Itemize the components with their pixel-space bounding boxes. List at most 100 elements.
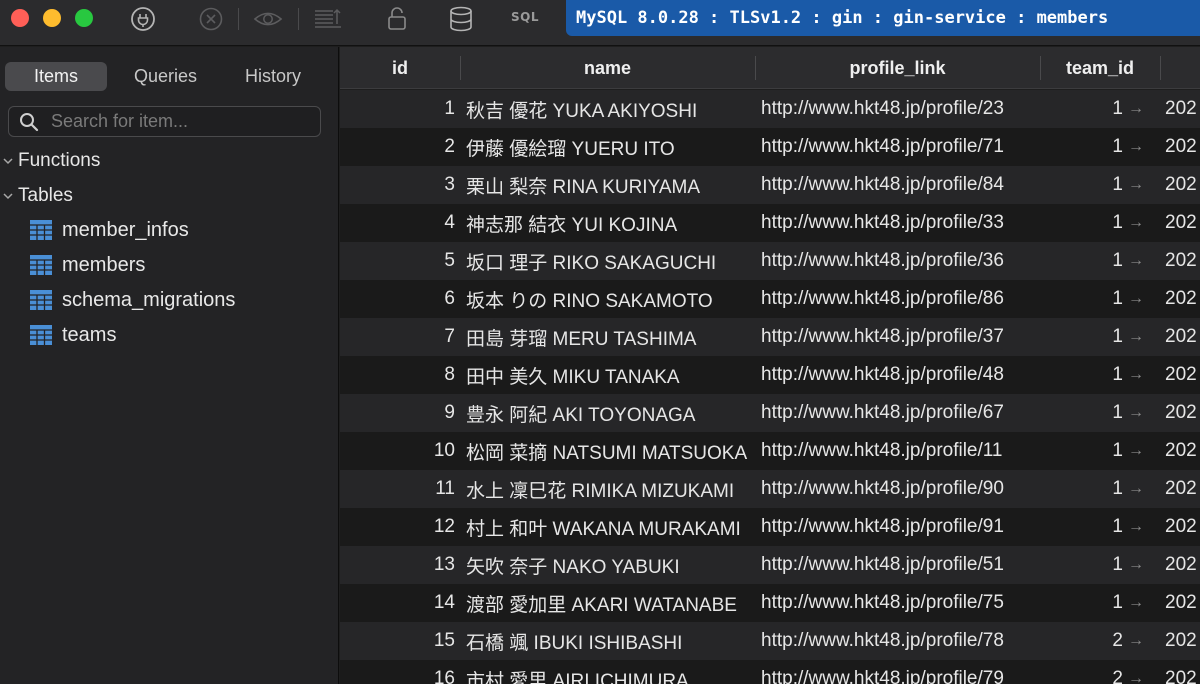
power-plug-icon[interactable] (128, 4, 158, 34)
cell-profile-link[interactable]: http://www.hkt48.jp/profile/67 (761, 394, 1031, 432)
sql-button[interactable]: SQL (511, 10, 539, 24)
cell-id[interactable]: 15 (340, 622, 456, 660)
cell-team-id[interactable]: 1 → (1040, 394, 1144, 432)
cell-created[interactable]: 202 (1165, 508, 1200, 546)
cell-id[interactable]: 1 (340, 90, 456, 128)
cell-name[interactable]: 坂本 りの RINO SAKAMOTO (466, 280, 756, 318)
database-icon[interactable] (446, 4, 476, 34)
tab-queries[interactable]: Queries (113, 62, 218, 91)
table-row[interactable]: 5 坂口 理子 RIKO SAKAGUCHI http://www.hkt48.jp… (340, 242, 1200, 280)
foreign-key-arrow-icon[interactable]: → (1128, 556, 1144, 574)
cell-name[interactable]: 神志那 結衣 YUI KOJINA (466, 204, 756, 242)
cell-id[interactable]: 7 (340, 318, 456, 356)
table-row[interactable]: 10 松岡 菜摘 NATSUMI MATSUOKA http://www.hkt48… (340, 432, 1200, 470)
table-item-member-infos[interactable]: member_infos (30, 217, 189, 243)
table-item-members[interactable]: members (30, 252, 145, 278)
cell-name[interactable]: 石橋 颯 IBUKI ISHIBASHI (466, 622, 756, 660)
foreign-key-arrow-icon[interactable]: → (1128, 480, 1144, 498)
table-item-teams[interactable]: teams (30, 322, 116, 348)
foreign-key-arrow-icon[interactable]: → (1128, 252, 1144, 270)
cell-id[interactable]: 5 (340, 242, 456, 280)
cell-id[interactable]: 9 (340, 394, 456, 432)
foreign-key-arrow-icon[interactable]: → (1128, 518, 1144, 536)
table-row[interactable]: 11 水上 凜巳花 RIMIKA MIZUKAMI http://www.hkt48… (340, 470, 1200, 508)
cell-id[interactable]: 11 (340, 470, 456, 508)
table-row[interactable]: 13 矢吹 奈子 NAKO YABUKI http://www.hkt48.jp/p… (340, 546, 1200, 584)
table-row[interactable]: 2 伊藤 優絵瑠 YUERU ITO http://www.hkt48.jp/pro… (340, 128, 1200, 166)
cell-team-id[interactable]: 1 → (1040, 470, 1144, 508)
cell-team-id[interactable]: 1 → (1040, 546, 1144, 584)
cell-profile-link[interactable]: http://www.hkt48.jp/profile/91 (761, 508, 1031, 546)
column-header-id[interactable]: id (340, 47, 460, 89)
cell-team-id[interactable]: 1 → (1040, 204, 1144, 242)
cell-team-id[interactable]: 1 → (1040, 508, 1144, 546)
cell-created[interactable]: 202 (1165, 432, 1200, 470)
cell-name[interactable]: 市村 愛里 AIRI ICHIMURA (466, 660, 756, 684)
cell-created[interactable]: 202 (1165, 280, 1200, 318)
cell-team-id[interactable]: 1 → (1040, 166, 1144, 204)
cell-profile-link[interactable]: http://www.hkt48.jp/profile/23 (761, 90, 1031, 128)
window-maximize-button[interactable] (75, 9, 93, 27)
table-row[interactable]: 12 村上 和叶 WAKANA MURAKAMI http://www.hkt48.… (340, 508, 1200, 546)
cell-created[interactable]: 202 (1165, 622, 1200, 660)
cell-team-id[interactable]: 2 → (1040, 622, 1144, 660)
cell-created[interactable]: 202 (1165, 584, 1200, 622)
cell-profile-link[interactable]: http://www.hkt48.jp/profile/84 (761, 166, 1031, 204)
cell-name[interactable]: 秋吉 優花 YUKA AKIYOSHI (466, 90, 756, 128)
tree-group-tables[interactable]: Tables (0, 183, 73, 209)
cell-created[interactable]: 202 (1165, 660, 1200, 684)
sort-lines-icon[interactable] (313, 4, 343, 34)
foreign-key-arrow-icon[interactable]: → (1128, 442, 1144, 460)
table-row[interactable]: 4 神志那 結衣 YUI KOJINA http://www.hkt48.jp/pr… (340, 204, 1200, 242)
table-row[interactable]: 1 秋吉 優花 YUKA AKIYOSHI http://www.hkt48.jp/… (340, 90, 1200, 128)
tab-history[interactable]: History (223, 62, 323, 91)
cell-id[interactable]: 8 (340, 356, 456, 394)
table-row[interactable]: 8 田中 美久 MIKU TANAKA http://www.hkt48.jp/pr… (340, 356, 1200, 394)
cell-team-id[interactable]: 1 → (1040, 584, 1144, 622)
table-row[interactable]: 9 豊永 阿紀 AKI TOYONAGA http://www.hkt48.jp/p… (340, 394, 1200, 432)
cell-name[interactable]: 伊藤 優絵瑠 YUERU ITO (466, 128, 756, 166)
foreign-key-arrow-icon[interactable]: → (1128, 594, 1144, 612)
eye-icon[interactable] (253, 4, 283, 34)
foreign-key-arrow-icon[interactable]: → (1128, 290, 1144, 308)
foreign-key-arrow-icon[interactable]: → (1128, 176, 1144, 194)
cell-id[interactable]: 16 (340, 660, 456, 684)
table-row[interactable]: 6 坂本 りの RINO SAKAMOTO http://www.hkt48.jp/… (340, 280, 1200, 318)
cell-name[interactable]: 栗山 梨奈 RINA KURIYAMA (466, 166, 756, 204)
close-circle-icon[interactable] (196, 4, 226, 34)
cell-team-id[interactable]: 1 → (1040, 242, 1144, 280)
cell-id[interactable]: 13 (340, 546, 456, 584)
cell-name[interactable]: 田島 芽瑠 MERU TASHIMA (466, 318, 756, 356)
cell-created[interactable]: 202 (1165, 318, 1200, 356)
cell-profile-link[interactable]: http://www.hkt48.jp/profile/86 (761, 280, 1031, 318)
cell-created[interactable]: 202 (1165, 166, 1200, 204)
table-row[interactable]: 16 市村 愛里 AIRI ICHIMURA http://www.hkt48.jp… (340, 660, 1200, 684)
cell-id[interactable]: 6 (340, 280, 456, 318)
cell-profile-link[interactable]: http://www.hkt48.jp/profile/51 (761, 546, 1031, 584)
cell-team-id[interactable]: 1 → (1040, 280, 1144, 318)
table-row[interactable]: 7 田島 芽瑠 MERU TASHIMA http://www.hkt48.jp/p… (340, 318, 1200, 356)
cell-id[interactable]: 12 (340, 508, 456, 546)
window-minimize-button[interactable] (43, 9, 61, 27)
foreign-key-arrow-icon[interactable]: → (1128, 328, 1144, 346)
cell-profile-link[interactable]: http://www.hkt48.jp/profile/11 (761, 432, 1031, 470)
cell-id[interactable]: 2 (340, 128, 456, 166)
cell-name[interactable]: 坂口 理子 RIKO SAKAGUCHI (466, 242, 756, 280)
table-row[interactable]: 15 石橋 颯 IBUKI ISHIBASHI http://www.hkt48.j… (340, 622, 1200, 660)
cell-team-id[interactable]: 1 → (1040, 356, 1144, 394)
cell-team-id[interactable]: 1 → (1040, 432, 1144, 470)
column-header-profile-link[interactable]: profile_link (755, 47, 1040, 89)
cell-created[interactable]: 202 (1165, 204, 1200, 242)
cell-profile-link[interactable]: http://www.hkt48.jp/profile/79 (761, 660, 1031, 684)
cell-team-id[interactable]: 1 → (1040, 318, 1144, 356)
tree-group-functions[interactable]: Functions (0, 148, 100, 174)
column-header-team-id[interactable]: team_id (1040, 47, 1160, 89)
cell-profile-link[interactable]: http://www.hkt48.jp/profile/71 (761, 128, 1031, 166)
cell-name[interactable]: 田中 美久 MIKU TANAKA (466, 356, 756, 394)
cell-created[interactable]: 202 (1165, 546, 1200, 584)
column-header-next[interactable] (1160, 47, 1200, 89)
table-item-schema-migrations[interactable]: schema_migrations (30, 287, 235, 313)
cell-name[interactable]: 渡部 愛加里 AKARI WATANABE (466, 584, 756, 622)
cell-profile-link[interactable]: http://www.hkt48.jp/profile/37 (761, 318, 1031, 356)
cell-name[interactable]: 村上 和叶 WAKANA MURAKAMI (466, 508, 756, 546)
